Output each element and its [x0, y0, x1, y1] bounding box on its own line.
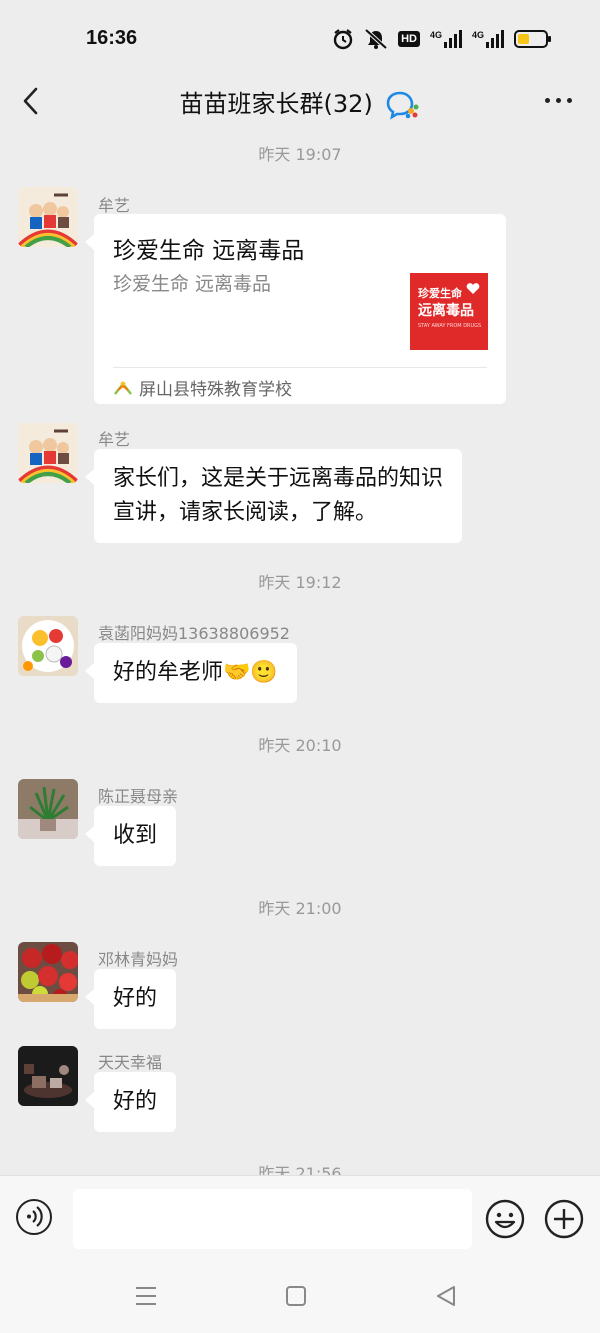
message-bubble[interactable]: 收到	[84, 806, 177, 866]
message-bubble[interactable]: 家长们，这是关于远离毒品的知识 宣讲，请家长阅读，了解。	[84, 449, 463, 543]
avatar[interactable]	[18, 779, 78, 839]
sender-name: 天天幸福	[98, 1053, 163, 1072]
timestamp: 昨天 21:00	[258, 899, 342, 918]
status-bar: 16:36 HD 4G 4G	[0, 0, 600, 80]
clock: 16:36	[86, 27, 138, 49]
chat-title: 苗苗班家长群(32)	[0, 84, 600, 120]
mute-icon	[364, 28, 388, 50]
sender-name: 袁菡阳妈妈13638806952	[98, 624, 290, 643]
voice-icon	[27, 1206, 43, 1227]
back-nav-icon[interactable]	[434, 1284, 458, 1308]
hd-badge: HD	[398, 31, 420, 47]
sender-name: 牟艺	[98, 430, 131, 449]
input-bar	[0, 1175, 600, 1260]
avatar[interactable]	[18, 942, 78, 1002]
home-icon[interactable]	[284, 1284, 308, 1308]
card-title: 珍爱生命 远离毒品	[113, 238, 305, 264]
status-icons: HD 4G 4G	[332, 28, 552, 50]
system-navigation-bar	[0, 1260, 600, 1333]
school-logo-icon	[114, 381, 132, 395]
signal-icon: 4G	[430, 30, 462, 48]
avatar[interactable]	[18, 187, 78, 247]
signal-icon-2: 4G	[472, 30, 504, 48]
heart-icon	[466, 283, 480, 294]
message-bubble[interactable]: 好的牟老师🤝🙂	[85, 643, 297, 703]
card-source: 屏山县特殊教育学校	[113, 375, 292, 400]
sender-name: 牟艺	[98, 196, 131, 215]
avatar[interactable]	[18, 1046, 78, 1106]
sender-name: 陈正聂母亲	[98, 787, 179, 806]
fruit-avatar-icon	[18, 942, 78, 1002]
message-line: 宣讲，请家长阅读，了解。	[113, 500, 378, 525]
message-line: 家长们，这是关于远离毒品的知识	[113, 466, 444, 491]
cartoon-kids-avatar-icon	[18, 423, 78, 483]
timestamp: 昨天 20:10	[258, 736, 342, 755]
more-functions-button[interactable]	[544, 1199, 584, 1239]
link-card[interactable]: 珍爱生命 远离毒品 珍爱生命 远离毒品 珍爱生命 远离毒品 STAY AWAY …	[85, 214, 506, 404]
chat-header: 苗苗班家长群(32)	[0, 70, 600, 132]
enterprise-chat-icon	[387, 91, 419, 120]
food-plate-avatar-icon	[18, 616, 78, 676]
menu-icon[interactable]	[134, 1284, 158, 1308]
battery-icon	[514, 30, 551, 48]
cartoon-kids-avatar-icon	[18, 187, 78, 247]
message-input[interactable]	[73, 1189, 472, 1249]
more-options-button[interactable]	[545, 98, 572, 103]
message-bubble[interactable]: 好的	[84, 969, 177, 1029]
card-thumbnail: 珍爱生命 远离毒品 STAY AWAY FROM DRUGS	[410, 273, 488, 350]
timestamp: 昨天 19:12	[258, 573, 342, 592]
timestamp: 昨天 19:07	[258, 145, 342, 164]
voice-input-button[interactable]	[16, 1199, 52, 1235]
card-description: 珍爱生命 远离毒品	[113, 273, 272, 295]
avatar[interactable]	[18, 616, 78, 676]
avatar[interactable]	[18, 423, 78, 483]
group-name: 苗苗班家长群(32)	[179, 90, 373, 118]
plant-avatar-icon	[18, 779, 78, 839]
emoji-button[interactable]	[485, 1199, 525, 1239]
message-bubble[interactable]: 好的	[84, 1072, 177, 1132]
divider	[113, 367, 487, 368]
alarm-icon	[333, 29, 353, 50]
sender-name: 邓林青妈妈	[98, 950, 179, 969]
tea-avatar-icon	[18, 1046, 78, 1106]
